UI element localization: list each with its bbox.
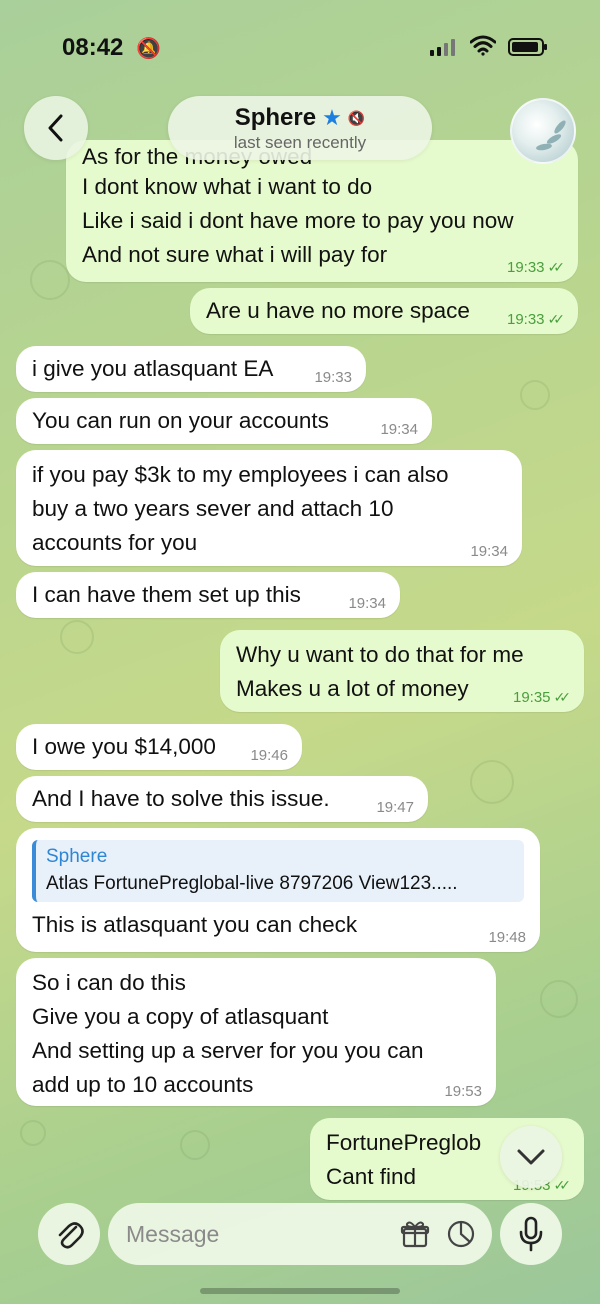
message-input[interactable] (108, 1203, 492, 1265)
reply-quote[interactable]: Sphere Atlas FortunePreglobal-live 87972… (32, 840, 524, 902)
message-time: 19:34 (470, 543, 508, 560)
message-line: I owe you $14,000 (32, 734, 216, 759)
message-time: 19:33 (506, 311, 545, 328)
message-line: Give you a copy of atlasquant (32, 1004, 329, 1029)
message-time: 19:33 (314, 369, 352, 386)
contact-name: Sphere (234, 104, 317, 131)
chevron-down-icon (517, 1149, 545, 1165)
message-bubble-incoming[interactable]: You can run on your accounts 19:34 (16, 398, 432, 444)
message-line: I dont know what i want to do (82, 174, 373, 199)
home-indicator (200, 1288, 400, 1294)
reply-preview-text: Atlas FortunePreglobal-live 8797206 View… (46, 873, 458, 894)
battery-icon (508, 38, 547, 56)
message-bubble-incoming[interactable]: And I have to solve this issue. 19:47 (16, 776, 428, 822)
message-time: 19:48 (488, 929, 526, 946)
back-button[interactable] (24, 96, 88, 160)
message-line: And not sure what i will pay for (82, 242, 388, 267)
message-line: if you pay $3k to my employees i can als… (32, 462, 449, 487)
read-checkmarks-icon: ✓✓ (547, 311, 566, 327)
sticker-icon[interactable] (446, 1219, 476, 1254)
cellular-signal-icon (430, 38, 455, 56)
read-checkmarks-icon: ✓✓ (553, 1177, 572, 1193)
message-line: And setting up a server for you you can (32, 1038, 424, 1063)
message-bubble-outgoing[interactable]: Are u have no more space 19:33 ✓✓ (190, 288, 578, 334)
status-time: 08:42 (62, 34, 124, 61)
message-line: I can have them set up this (32, 582, 301, 607)
message-bubble-incoming[interactable]: I can have them set up this 19:34 (16, 572, 400, 618)
avatar[interactable] (510, 98, 576, 164)
message-line: So i can do this (32, 970, 186, 995)
message-time: 19:34 (348, 595, 386, 612)
last-seen-status: last seen recently (233, 133, 367, 152)
message-line: accounts for you (32, 530, 198, 555)
message-line: add up to 10 accounts (32, 1072, 254, 1097)
message-time: 19:35 (512, 689, 551, 706)
microphone-button[interactable] (500, 1203, 562, 1265)
message-time: 19:46 (250, 747, 288, 764)
star-icon: ★ (322, 105, 342, 130)
message-bubble-incoming[interactable]: Sphere Atlas FortunePreglobal-live 87972… (16, 828, 540, 952)
read-checkmarks-icon: ✓✓ (547, 259, 566, 275)
message-bubble-incoming[interactable]: So i can do this Give you a copy of atla… (16, 958, 496, 1106)
muted-speaker-icon: 🔇 (347, 109, 366, 126)
status-bar: 08:42 🔕 (0, 0, 600, 90)
reply-sender-name: Sphere (46, 846, 108, 867)
message-time: 19:34 (380, 421, 418, 438)
wifi-icon (469, 34, 497, 61)
gift-icon[interactable] (400, 1219, 430, 1254)
microphone-icon (519, 1216, 543, 1252)
message-time: 19:47 (376, 799, 414, 816)
scroll-to-bottom-button[interactable] (500, 1126, 562, 1188)
message-line: This is atlasquant you can check (32, 912, 358, 937)
message-bubble-incoming[interactable]: I owe you $14,000 19:46 (16, 724, 302, 770)
message-line: Why u want to do that for me (236, 642, 524, 667)
message-line: You can run on your accounts (32, 408, 329, 433)
paperclip-icon (58, 1222, 84, 1249)
message-bubble-outgoing[interactable]: As for the money owed I dont know what i… (66, 140, 578, 282)
message-time: 19:33 (506, 259, 545, 276)
message-bubble-outgoing[interactable]: Why u want to do that for me Makes u a l… (220, 630, 584, 712)
message-bubble-incoming[interactable]: i give you atlasquant EA 19:33 (16, 346, 366, 392)
chat-title-header[interactable]: Sphere ★ 🔇 last seen recently (168, 96, 432, 160)
chevron-left-icon (48, 114, 63, 142)
message-bubble-incoming[interactable]: if you pay $3k to my employees i can als… (16, 450, 522, 566)
message-line: And I have to solve this issue. (32, 786, 330, 811)
message-line: Like i said i dont have more to pay you … (82, 208, 514, 233)
attach-button[interactable] (38, 1203, 100, 1265)
message-line: i give you atlasquant EA (32, 356, 274, 381)
silent-bell-icon: 🔕 (136, 38, 161, 60)
message-time: 19:53 (444, 1083, 482, 1100)
read-checkmarks-icon: ✓✓ (553, 689, 572, 705)
message-line: buy a two years sever and attach 10 (32, 496, 394, 521)
